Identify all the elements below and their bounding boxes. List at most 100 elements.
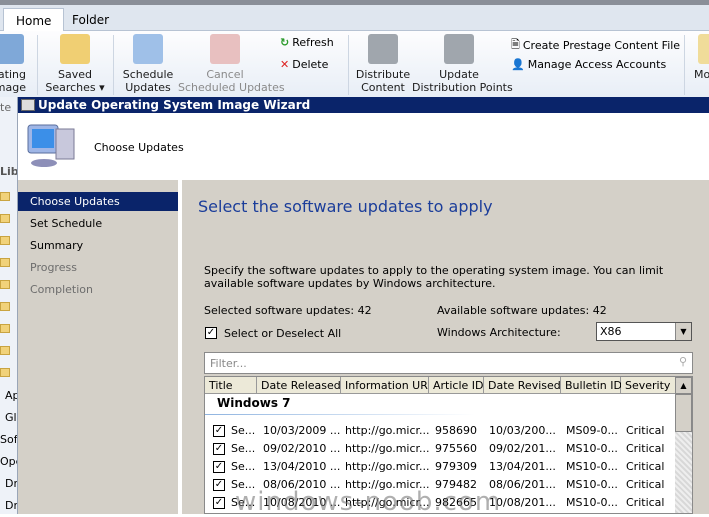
cell: Se... xyxy=(231,424,256,437)
col-information-url[interactable]: Information URL xyxy=(341,377,434,394)
partial-text[interactable]: Soft xyxy=(0,433,17,446)
selected-count: Selected software updates: 42 xyxy=(204,304,372,317)
row-checkbox[interactable]: ✓ xyxy=(213,461,225,473)
cell: Se... xyxy=(231,442,256,455)
button-label: ating mage xyxy=(0,68,26,94)
button-label: Update Distribution Points xyxy=(412,68,513,94)
table-row[interactable]: ✓ Se... 13/04/2010 ... http://go.micr... 979… xyxy=(205,458,675,476)
wizard-title-bar: Update Operating System Image Wizard xyxy=(18,97,709,113)
vertical-scrollbar[interactable]: ▲ xyxy=(675,377,692,513)
cell: MS10-0... xyxy=(566,460,618,473)
col-bulletin-id[interactable]: Bulletin ID xyxy=(561,377,622,394)
delete-button[interactable]: ✕ Delete xyxy=(280,58,328,71)
col-date-released[interactable]: Date Released xyxy=(257,377,341,394)
description: Specify the software updates to apply to… xyxy=(204,264,664,290)
divider xyxy=(37,35,38,95)
col-title[interactable]: Title xyxy=(205,377,257,394)
filter-placeholder: Filter... xyxy=(210,357,247,370)
scroll-thumb[interactable] xyxy=(675,394,692,432)
cell: Critical xyxy=(626,442,665,455)
navigation-pane: te Lib Ap Gl Soft Ope Dr Dr xyxy=(0,97,18,514)
row-checkbox[interactable]: ✓ xyxy=(213,425,225,437)
user-key-icon: 👤 xyxy=(511,58,525,71)
schedule-updates-button[interactable]: Schedule Updates xyxy=(118,31,178,94)
table-row[interactable]: ✓ Se... 09/02/2010 ... http://go.micr... 975… xyxy=(205,440,675,458)
scroll-up-icon[interactable]: ▲ xyxy=(675,377,692,394)
header-title: Choose Updates xyxy=(94,141,184,154)
divider xyxy=(348,35,349,95)
cell: MS10-0... xyxy=(566,496,618,509)
partial-text: Lib xyxy=(0,165,18,178)
cell: 09/02/2010 ... xyxy=(263,442,341,455)
update-distribution-points-button[interactable]: Update Distribution Points xyxy=(412,31,513,94)
page-heading: Select the software updates to apply xyxy=(198,197,493,216)
partial-right-button[interactable]: Mo xyxy=(694,31,709,81)
partial-text[interactable]: Gl xyxy=(5,411,17,424)
folder-icon[interactable] xyxy=(0,214,10,223)
create-prestage-button[interactable]: 🗎 Create Prestage Content File xyxy=(511,36,680,55)
architecture-select[interactable]: X86 ▼ xyxy=(596,322,692,341)
partial-left-button[interactable]: ating mage xyxy=(0,31,26,94)
cell: Critical xyxy=(626,424,665,437)
delete-icon: ✕ xyxy=(280,58,290,71)
table-row[interactable]: ✓ Se... 10/03/2009 ... http://go.micr... 958… xyxy=(205,422,675,440)
col-severity[interactable]: Severity xyxy=(621,377,676,394)
folder-icon[interactable] xyxy=(0,236,10,245)
step-set-schedule: Set Schedule xyxy=(30,217,103,230)
cell: MS10-0... xyxy=(566,478,618,491)
tab-folder[interactable]: Folder xyxy=(60,8,121,32)
calendar-cancel-icon xyxy=(210,34,240,64)
partial-text[interactable]: Dr xyxy=(5,499,17,512)
wizard-title: Update Operating System Image Wizard xyxy=(38,98,311,112)
folder-icon[interactable] xyxy=(0,346,10,355)
row-checkbox[interactable]: ✓ xyxy=(213,497,225,509)
group-divider xyxy=(205,414,475,415)
server-arrow-icon xyxy=(368,34,398,64)
row-checkbox[interactable]: ✓ xyxy=(213,443,225,455)
col-date-revised[interactable]: Date Revised xyxy=(484,377,561,394)
folder-icon[interactable] xyxy=(0,258,10,267)
folder-icon[interactable] xyxy=(0,324,10,333)
button-label: Saved Searches ▾ xyxy=(45,68,105,94)
partial-text[interactable]: Ope xyxy=(0,455,17,468)
partial-text[interactable]: Ap xyxy=(5,389,17,402)
folder-icon[interactable] xyxy=(0,302,10,311)
select-all-label: Select or Deselect All xyxy=(224,327,342,340)
step-choose-updates: Choose Updates xyxy=(18,192,178,211)
cell: Se... xyxy=(231,460,256,473)
saved-searches-button[interactable]: Saved Searches ▾ xyxy=(44,31,106,94)
button-label: Distribute Content xyxy=(355,68,411,94)
folder-icon[interactable] xyxy=(0,280,10,289)
folder-icon[interactable] xyxy=(0,192,10,201)
calendar-icon xyxy=(133,34,163,64)
cell: 13/04/201... xyxy=(489,460,556,473)
cancel-scheduled-updates-button[interactable]: Cancel Scheduled Updates xyxy=(178,31,285,94)
row-checkbox[interactable]: ✓ xyxy=(213,479,225,491)
group-header: Windows 7 xyxy=(217,396,291,410)
refresh-button[interactable]: ↻ Refresh xyxy=(280,36,334,49)
cell: Critical xyxy=(626,478,665,491)
tab-home[interactable]: Home xyxy=(3,8,65,32)
filter-input[interactable]: Filter... ⚲ xyxy=(204,352,693,374)
wizard-steps: Choose Updates Set Schedule Summary Prog… xyxy=(18,180,178,514)
button-label: Cancel Scheduled Updates xyxy=(178,68,285,94)
cell: 09/02/201... xyxy=(489,442,556,455)
chevron-down-icon[interactable]: ▼ xyxy=(675,323,691,340)
refresh-icon: ↻ xyxy=(280,36,290,49)
search-icon: ⚲ xyxy=(678,355,687,368)
distribute-content-button[interactable]: Distribute Content xyxy=(352,31,414,94)
folder-icon[interactable] xyxy=(0,368,10,377)
cell: http://go.micr... xyxy=(345,442,430,455)
cell: Critical xyxy=(626,496,665,509)
server-update-icon xyxy=(444,34,474,64)
cell: 10/03/2009 ... xyxy=(263,424,341,437)
select-all-checkbox[interactable]: ✓ xyxy=(205,327,217,339)
col-article-id[interactable]: Article ID xyxy=(429,377,484,394)
button-label: Manage Access Accounts xyxy=(527,58,667,71)
manage-access-accounts-button[interactable]: 👤 Manage Access Accounts xyxy=(511,58,666,71)
button-label: Delete xyxy=(292,58,329,71)
prestage-file-icon: 🗎 xyxy=(511,38,520,51)
button-label: Refresh xyxy=(292,36,334,49)
partial-text[interactable]: Dr xyxy=(5,477,17,490)
arch-label: Windows Architecture: xyxy=(437,326,561,339)
